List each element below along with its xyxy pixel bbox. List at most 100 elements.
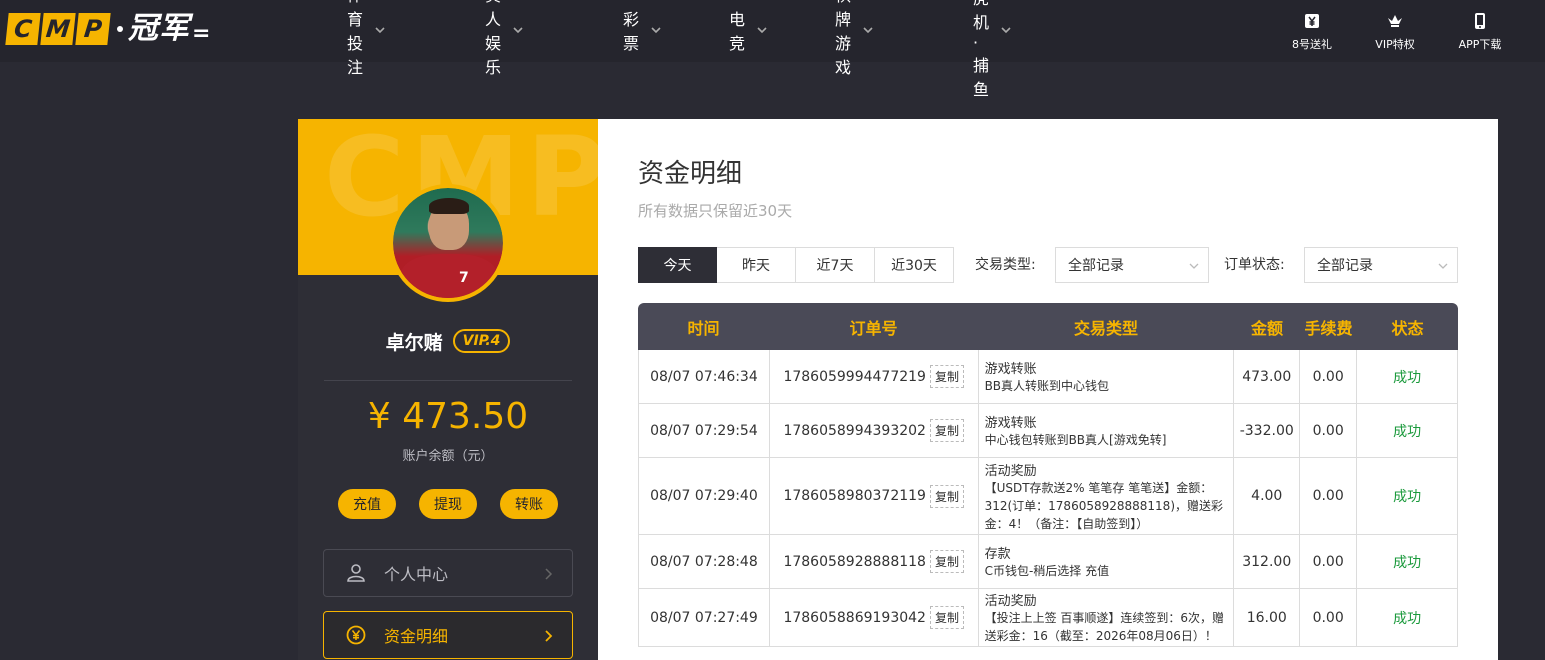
copy-button[interactable]: 复制: [929, 419, 964, 442]
amount-cell: 4.00: [1234, 458, 1301, 534]
chevron-down-icon: [757, 24, 767, 36]
tool-label: VIP特权: [1375, 38, 1415, 51]
time-cell: 08/07 07:27:49: [639, 589, 770, 646]
tab-yesterday[interactable]: 昨天: [717, 247, 796, 283]
nav-item-card-games[interactable]: 棋牌游戏: [835, 0, 873, 77]
time-cell: 08/07 07:29:54: [639, 404, 770, 457]
chevron-down-icon: [651, 24, 661, 36]
vip-link[interactable]: VIP特权: [1360, 10, 1430, 52]
sidebar-item-personal-center[interactable]: 个人中心: [323, 549, 573, 597]
time-cell: 08/07 07:28:48: [639, 535, 770, 588]
transaction-desc: C币钱包-稍后选择 充值: [984, 564, 1110, 578]
order-cell: 1786058928888118 复制: [770, 535, 979, 588]
transactions-table: 时间 订单号 交易类型 金额 手续费 状态 08/07 07:46:34 178…: [638, 303, 1459, 647]
fee-cell: 0.00: [1300, 535, 1358, 588]
type-cell: 游戏转账 BB真人转账到中心钱包: [979, 350, 1235, 403]
status-filter-select[interactable]: 全部记录: [1304, 247, 1458, 283]
type-cell: 活动奖励 【USDT存款送2% 笔笔存 笔笔送】金额：312(订单：178605…: [979, 458, 1235, 534]
nav-item-sports[interactable]: 体育投注: [347, 0, 385, 77]
username: 卓尔赌: [385, 331, 443, 354]
order-cell: 1786058994393202 复制: [770, 404, 979, 457]
profile-sidebar: CMP 7 卓尔赌 VIP.4 ¥ 473.50 账户余额（元） 充值 提现 转…: [298, 119, 598, 660]
withdraw-button[interactable]: 提现: [419, 489, 477, 519]
status-cell: 成功: [1357, 404, 1459, 457]
sidebar-item-fund-details[interactable]: 资金明细: [323, 611, 573, 659]
fee-cell: 0.00: [1300, 404, 1358, 457]
nav-label: 电竞: [729, 10, 746, 53]
wallet-actions: 充值 提现 转账: [338, 489, 558, 519]
vip-badge: VIP.4: [452, 329, 511, 353]
status-filter-label: 订单状态:: [1224, 257, 1285, 273]
logo-letter: C: [5, 13, 41, 45]
copy-button[interactable]: 复制: [929, 550, 964, 573]
gift-link[interactable]: 8号送礼: [1277, 10, 1347, 52]
order-cell: 1786058869193042 复制: [770, 589, 979, 646]
brand-logo[interactable]: C M P 冠军 =: [5, 11, 211, 46]
divider: [324, 380, 572, 381]
copy-button[interactable]: 复制: [929, 606, 964, 629]
yen-coin-icon: [346, 625, 366, 645]
column-header: 状态: [1391, 318, 1424, 338]
app-download-link[interactable]: APP下载: [1445, 10, 1515, 52]
nav-item-lottery[interactable]: 彩票: [623, 10, 661, 53]
chevron-down-icon: [1188, 260, 1200, 272]
order-number: 1786058928888118: [783, 553, 926, 570]
copy-button[interactable]: 复制: [929, 484, 964, 508]
avatar[interactable]: 7: [389, 184, 507, 302]
nav-label: 彩票: [623, 10, 640, 53]
logo-tail: =: [192, 20, 211, 46]
tab-today[interactable]: 今天: [638, 247, 717, 283]
column-header: 订单号: [849, 318, 898, 338]
transaction-desc: 中心钱包转账到BB真人[游戏免转]: [984, 433, 1167, 447]
tab-7-days[interactable]: 近7天: [796, 247, 875, 283]
deposit-button[interactable]: 充值: [338, 489, 396, 519]
time-cell: 08/07 07:29:40: [639, 458, 770, 534]
status-badge: 成功: [1393, 489, 1422, 505]
table-row: 08/07 07:27:49 1786058869193042 复制 活动奖励 …: [638, 589, 1459, 647]
tab-30-days[interactable]: 近30天: [875, 247, 954, 283]
phone-icon: [1445, 10, 1515, 32]
fee-cell: 0.00: [1300, 589, 1358, 646]
type-filter-select[interactable]: 全部记录: [1055, 247, 1209, 283]
tool-label: 8号送礼: [1292, 38, 1332, 51]
chevron-right-icon: [544, 566, 554, 580]
top-navbar: C M P 冠军 = 体育投注 真人娱乐 彩票 电竞 棋牌游戏 老虎机·捕鱼: [0, 0, 1545, 99]
time-cell: 08/07 07:46:34: [639, 350, 770, 403]
user-icon: [346, 563, 366, 583]
avatar-image: 7: [393, 188, 503, 298]
chevron-down-icon: [1001, 24, 1011, 36]
chevron-down-icon: [513, 24, 523, 36]
table-row: 08/07 07:29:40 1786058980372119 复制 活动奖励 …: [638, 458, 1459, 535]
status-cell: 成功: [1357, 535, 1459, 588]
chevron-down-icon: [863, 24, 873, 36]
amount-cell: 16.00: [1234, 589, 1301, 646]
transfer-button[interactable]: 转账: [500, 489, 558, 519]
crown-icon: [1360, 10, 1430, 32]
column-header: 金额: [1250, 318, 1283, 338]
logo-text: 冠军: [128, 11, 190, 46]
page-subtitle: 所有数据只保留近30天: [638, 202, 793, 220]
nav-label: 真人娱乐: [485, 0, 502, 77]
transaction-type: 活动奖励: [984, 463, 1037, 479]
fund-details-panel: 资金明细 所有数据只保留近30天 今天 昨天 近7天 近30天 交易类型: 全部…: [598, 119, 1498, 660]
table-row: 08/07 07:46:34 1786059994477219 复制 游戏转账 …: [638, 350, 1459, 404]
sidebar-item-label: 个人中心: [384, 565, 449, 584]
nav-item-live-casino[interactable]: 真人娱乐: [485, 0, 523, 77]
type-cell: 存款 C币钱包-稍后选择 充值: [979, 535, 1235, 588]
chevron-down-icon: [375, 24, 385, 36]
nav-item-esports[interactable]: 电竞: [729, 10, 767, 53]
nav-item-slots-fishing[interactable]: 老虎机·捕鱼: [973, 0, 1011, 99]
amount-cell: -332.00: [1234, 404, 1301, 457]
order-number: 1786058869193042: [783, 609, 926, 626]
chevron-right-icon: [544, 628, 554, 642]
nav-label: 体育投注: [347, 0, 364, 77]
amount-cell: 473.00: [1234, 350, 1301, 403]
status-cell: 成功: [1357, 458, 1459, 534]
tool-label: APP下载: [1458, 38, 1502, 51]
transaction-desc: 【投注上上签 百事顺遂】连续签到：6次，赠送彩金：16（截至：2026年08月0…: [984, 611, 1225, 643]
copy-button[interactable]: 复制: [929, 365, 964, 388]
order-cell: 1786058980372119 复制: [770, 458, 979, 534]
column-header: 交易类型: [1073, 318, 1138, 338]
type-filter-label: 交易类型:: [975, 257, 1036, 273]
page-title: 资金明细: [638, 159, 743, 189]
